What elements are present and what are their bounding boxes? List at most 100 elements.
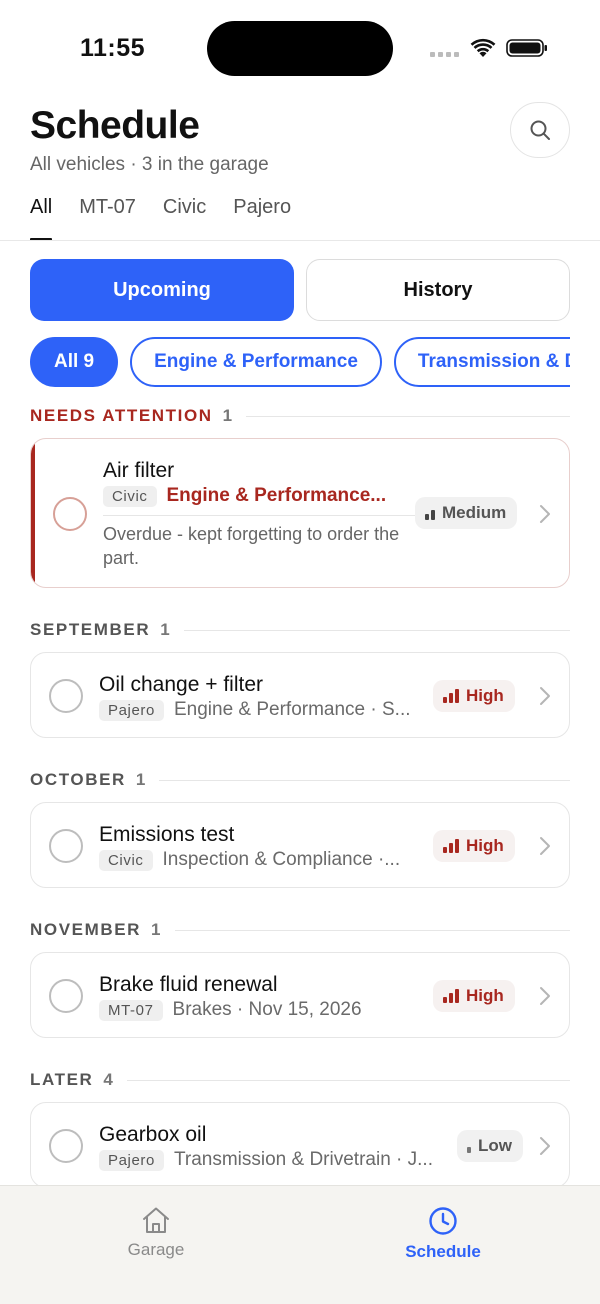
- tab-civic[interactable]: Civic: [163, 196, 206, 240]
- task-meta: Civic Inspection & Compliance ·...: [99, 849, 419, 871]
- vehicle-tag: Civic: [103, 485, 157, 507]
- section-title: LATER: [30, 1070, 94, 1089]
- section-divider: [246, 415, 570, 417]
- complete-checkbox[interactable]: [53, 497, 87, 531]
- nav-garage-label: Garage: [127, 1240, 185, 1259]
- section-september: SEPTEMBER 1: [30, 619, 570, 641]
- task-card-air-filter[interactable]: Air filter Civic Engine & Performance...…: [30, 438, 570, 588]
- dynamic-island: [207, 21, 393, 76]
- priority-label: High: [466, 686, 504, 705]
- task-title: Air filter: [103, 459, 175, 482]
- search-button[interactable]: [510, 102, 570, 158]
- priority-label: High: [466, 986, 504, 1005]
- section-count: 1: [222, 406, 233, 425]
- category-chips[interactable]: All 9 Engine & Performance Transmission …: [30, 337, 570, 387]
- nav-schedule-label: Schedule: [405, 1242, 481, 1261]
- section-divider: [126, 1079, 570, 1081]
- section-needs-attention: NEEDS ATTENTION 1: [30, 405, 570, 427]
- priority-label: High: [466, 836, 504, 855]
- battery-icon: [506, 39, 547, 57]
- section-title: SEPTEMBER: [30, 620, 151, 639]
- chip-all[interactable]: All 9: [30, 337, 119, 387]
- status-bar: 11:55: [0, 0, 600, 96]
- priority-bars-icon: [443, 839, 459, 853]
- complete-checkbox[interactable]: [49, 829, 83, 863]
- task-card-gearbox-oil[interactable]: Gearbox oil Pajero Transmission & Drivet…: [30, 1102, 570, 1188]
- priority-bars-icon: [443, 689, 459, 703]
- vehicle-tag: Pajero: [99, 699, 164, 721]
- section-count: 4: [103, 1070, 113, 1089]
- priority-badge: High: [433, 980, 515, 1012]
- task-card-brake-fluid[interactable]: Brake fluid renewal MT-07 Brakes · Nov 1…: [30, 952, 570, 1038]
- home-icon: [143, 1207, 169, 1233]
- nav-garage[interactable]: Garage: [86, 1206, 226, 1260]
- priority-bars-icon: [443, 989, 459, 1003]
- nav-schedule[interactable]: Schedule: [373, 1206, 513, 1262]
- chip-engine-performance[interactable]: Engine & Performance: [130, 337, 382, 387]
- task-title: Oil change + filter: [99, 673, 264, 696]
- task-meta-text: Engine & Performance · S...: [173, 699, 411, 720]
- task-card-emissions-test[interactable]: Emissions test Civic Inspection & Compli…: [30, 802, 570, 888]
- upcoming-segment[interactable]: Upcoming: [30, 259, 294, 321]
- task-note: Overdue - kept forgetting to order the p…: [103, 524, 400, 568]
- task-meta: MT-07 Brakes · Nov 15, 2026: [99, 999, 419, 1021]
- section-divider: [159, 779, 570, 781]
- task-category: Engine & Performance...: [166, 485, 387, 506]
- cellular-signal-icon: [430, 52, 459, 57]
- section-october: OCTOBER 1: [30, 769, 570, 791]
- task-meta: Civic Engine & Performance...: [103, 485, 423, 507]
- priority-badge: High: [433, 680, 515, 712]
- priority-label: Medium: [442, 503, 507, 522]
- tab-pajero[interactable]: Pajero: [233, 196, 291, 240]
- chevron-right-icon: [540, 837, 550, 855]
- complete-checkbox[interactable]: [49, 1129, 83, 1163]
- section-divider: [174, 929, 570, 931]
- complete-checkbox[interactable]: [49, 679, 83, 713]
- tab-all[interactable]: All: [30, 196, 53, 241]
- vehicle-tag: Civic: [99, 849, 153, 871]
- task-meta-text: Inspection & Compliance ·...: [162, 849, 401, 870]
- page-subtitle: All vehicles · 3 in the garage: [30, 154, 269, 175]
- task-title: Brake fluid renewal: [99, 973, 278, 996]
- clock-icon: [429, 1207, 457, 1235]
- task-meta-text: Brakes · Nov 15, 2026: [172, 999, 362, 1020]
- wifi-icon: [470, 38, 496, 57]
- chip-transmission-drivetrain[interactable]: Transmission & Drivetrain: [393, 337, 570, 387]
- section-count: 1: [160, 620, 170, 639]
- section-later: LATER 4: [30, 1069, 570, 1091]
- page-title: Schedule: [30, 104, 200, 147]
- priority-bars-icon: [425, 506, 435, 520]
- section-divider: [183, 629, 570, 631]
- vehicle-tabs: All MT-07 Civic Pajero: [30, 196, 291, 241]
- status-time: 11:55: [80, 34, 146, 62]
- chevron-right-icon: [540, 1137, 550, 1155]
- section-count: 1: [135, 770, 146, 789]
- chevron-right-icon: [540, 505, 550, 523]
- task-title: Gearbox oil: [99, 1123, 207, 1146]
- card-divider: [103, 515, 429, 516]
- section-count: 1: [151, 920, 161, 939]
- tab-mt-07[interactable]: MT-07: [79, 196, 136, 240]
- history-segment[interactable]: History: [306, 259, 570, 321]
- priority-badge: Medium: [415, 497, 518, 529]
- task-meta: Pajero Transmission & Drivetrain · J...: [99, 1149, 439, 1171]
- task-title: Emissions test: [99, 823, 235, 846]
- search-icon: [530, 120, 550, 140]
- section-november: NOVEMBER 1: [30, 919, 570, 941]
- priority-badge: High: [433, 830, 515, 862]
- overdue-accent: [31, 439, 35, 587]
- section-title: OCTOBER: [30, 770, 126, 789]
- task-card-oil-change[interactable]: Oil change + filter Pajero Engine & Perf…: [30, 652, 570, 738]
- priority-bars-icon: [467, 1139, 471, 1153]
- chevron-right-icon: [540, 687, 550, 705]
- task-meta-text: Transmission & Drivetrain · J...: [173, 1149, 433, 1170]
- priority-label: Low: [478, 1136, 512, 1155]
- chevron-right-icon: [540, 987, 550, 1005]
- vehicle-tag: Pajero: [99, 1149, 164, 1171]
- priority-badge: Low: [457, 1130, 523, 1162]
- section-title: NOVEMBER: [30, 920, 142, 939]
- section-title: NEEDS ATTENTION: [30, 406, 213, 425]
- bottom-tab-bar: Garage Schedule: [0, 1185, 600, 1304]
- complete-checkbox[interactable]: [49, 979, 83, 1013]
- tabs-divider: [0, 240, 600, 241]
